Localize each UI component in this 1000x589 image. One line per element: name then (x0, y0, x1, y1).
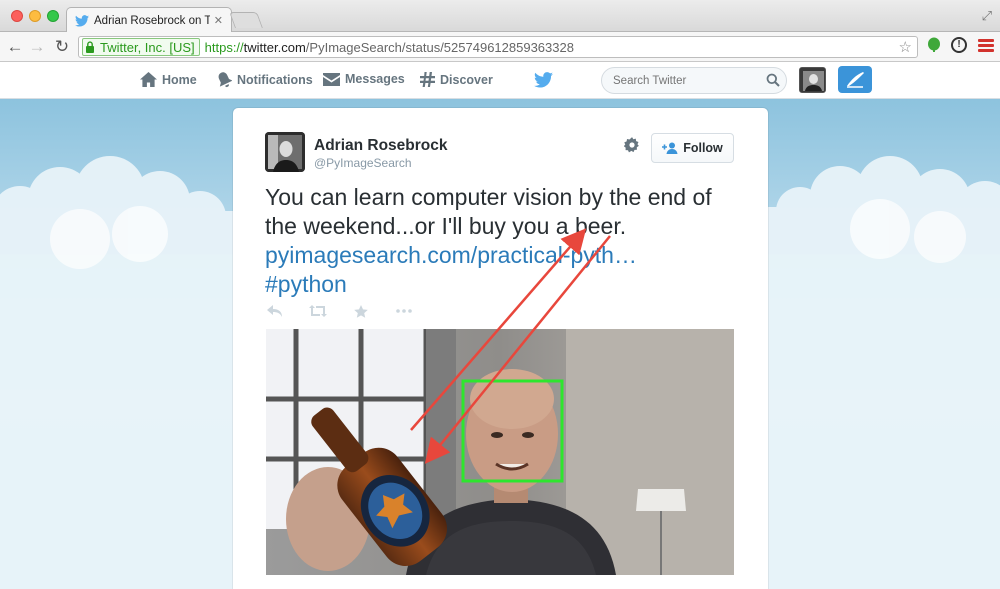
address-bar[interactable]: Twitter, Inc. [US] https://twitter.com/P… (78, 36, 918, 58)
follow-button[interactable]: Follow (651, 133, 734, 163)
reply-icon[interactable] (266, 304, 284, 318)
search-input[interactable] (601, 67, 787, 94)
envelope-icon (323, 72, 340, 86)
more-icon[interactable] (395, 304, 413, 318)
forward-icon[interactable]: → (28, 37, 46, 57)
tweet-actions (266, 304, 438, 318)
nav-messages[interactable]: Messages (323, 72, 405, 86)
tweet-photo[interactable] (266, 329, 734, 575)
browser-toolbar: ← → ↻ Twitter, Inc. [US] https://twitter… (0, 32, 1000, 62)
retweet-icon[interactable] (309, 304, 327, 318)
author-avatar[interactable] (265, 132, 305, 172)
author-fullname[interactable]: Adrian Rosebrock (314, 137, 448, 155)
bell-icon (218, 72, 232, 87)
window-close-button[interactable] (11, 10, 23, 22)
ev-certificate-badge[interactable]: Twitter, Inc. [US] (82, 38, 200, 56)
gear-icon[interactable] (624, 137, 640, 153)
twitter-bird-icon[interactable] (534, 72, 553, 88)
follow-person-icon (662, 142, 678, 154)
nav-discover[interactable]: Discover (420, 72, 493, 87)
follow-label: Follow (683, 141, 723, 155)
account-avatar[interactable] (799, 67, 826, 93)
tab-close-icon[interactable]: ✕ (214, 14, 223, 27)
nav-notifications-label: Notifications (237, 73, 313, 87)
window-minimize-button[interactable] (29, 10, 41, 22)
ev-name: Twitter, Inc. [US] (100, 39, 195, 55)
home-icon (140, 72, 157, 87)
compose-icon (847, 72, 864, 88)
tweet-card: Adrian Rosebrock @PyImageSearch Follow Y… (233, 108, 768, 589)
hash-icon (420, 72, 435, 87)
reload-icon[interactable]: ↻ (53, 37, 71, 57)
fullscreen-icon[interactable]: ⤢ (982, 8, 992, 24)
nav-home[interactable]: Home (140, 72, 197, 87)
tweet-hashtag[interactable]: #python (265, 270, 745, 299)
bookmark-star-icon[interactable]: ☆ (899, 38, 912, 56)
author-username[interactable]: @PyImageSearch (314, 156, 412, 170)
new-tab-button[interactable] (229, 12, 263, 28)
favorite-icon[interactable] (352, 304, 370, 318)
nav-notifications[interactable]: Notifications (217, 72, 313, 88)
search-icon[interactable] (766, 73, 780, 87)
nav-discover-label: Discover (440, 72, 493, 87)
window-maximize-button[interactable] (47, 10, 59, 22)
browser-tab-bar: Adrian Rosebrock on Twitter ✕ ⤢ (0, 0, 1000, 33)
back-icon[interactable]: ← (6, 37, 24, 57)
url-host: twitter.com (243, 39, 306, 55)
twitter-favicon-icon (75, 14, 89, 27)
tab-title: Adrian Rosebrock on Twitter (94, 14, 210, 27)
nav-home-label: Home (162, 72, 197, 87)
tweet-text: You can learn computer vision by the end… (265, 183, 745, 299)
info-extension-icon[interactable]: ! (951, 37, 967, 53)
browser-tab[interactable]: Adrian Rosebrock on Twitter ✕ (66, 7, 232, 33)
nav-messages-label: Messages (345, 72, 405, 86)
lock-icon (86, 41, 94, 53)
tweet-body: You can learn computer vision by the end… (265, 184, 712, 239)
url-scheme: https:// (204, 39, 244, 55)
evernote-extension-icon[interactable] (926, 37, 942, 53)
browser-menu-icon[interactable] (978, 37, 994, 53)
compose-tweet-button[interactable] (838, 66, 872, 93)
tweet-link[interactable]: pyimagesearch.com/practical-pyth… (265, 241, 745, 270)
url-path: /PyImageSearch/status/525749612859363328 (305, 39, 574, 55)
